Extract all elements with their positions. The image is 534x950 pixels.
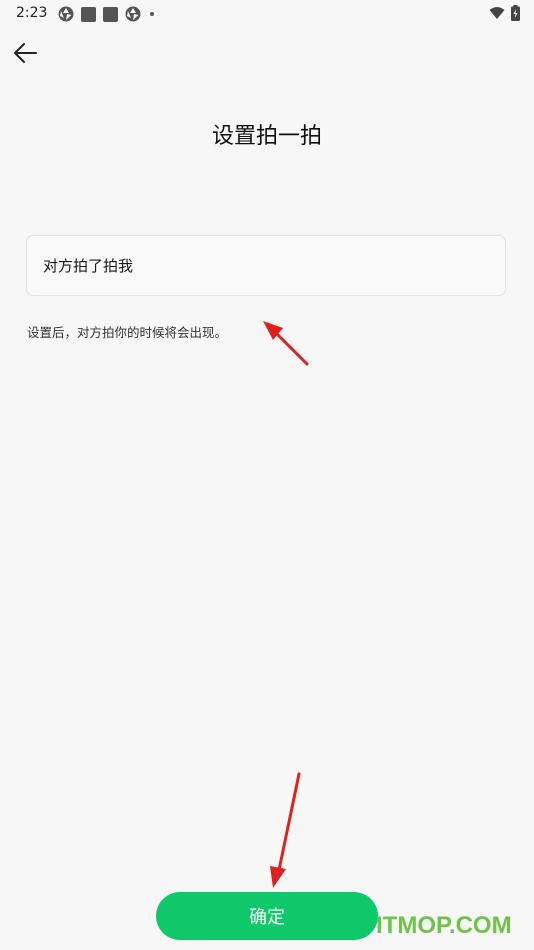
square-notification-icon (103, 6, 118, 22)
dot-icon (150, 12, 154, 16)
status-time: 2:23 (16, 5, 48, 21)
pat-text-input[interactable] (43, 236, 483, 295)
aperture-icon (58, 6, 74, 22)
status-system-icons (489, 5, 520, 21)
page-title: 设置拍一拍 (211, 124, 322, 149)
confirm-button[interactable]: 确定 (156, 892, 378, 940)
watermark-logo: ITMOP.COM (376, 912, 512, 939)
back-button[interactable] (10, 38, 40, 68)
annotation-arrow-confirm (270, 772, 301, 888)
square-notification-icon (81, 6, 96, 22)
arrow-left-icon (14, 43, 37, 63)
hint-text: 设置后，对方拍你的时候将会出现。 (27, 325, 228, 340)
pat-text-field[interactable] (26, 235, 506, 296)
battery-charging-icon (511, 5, 520, 21)
wifi-icon (489, 7, 505, 19)
annotation-arrow-hint (263, 321, 309, 366)
status-bar: 2:23 (0, 0, 534, 28)
status-notification-icons (58, 6, 154, 22)
aperture-icon (125, 6, 141, 22)
